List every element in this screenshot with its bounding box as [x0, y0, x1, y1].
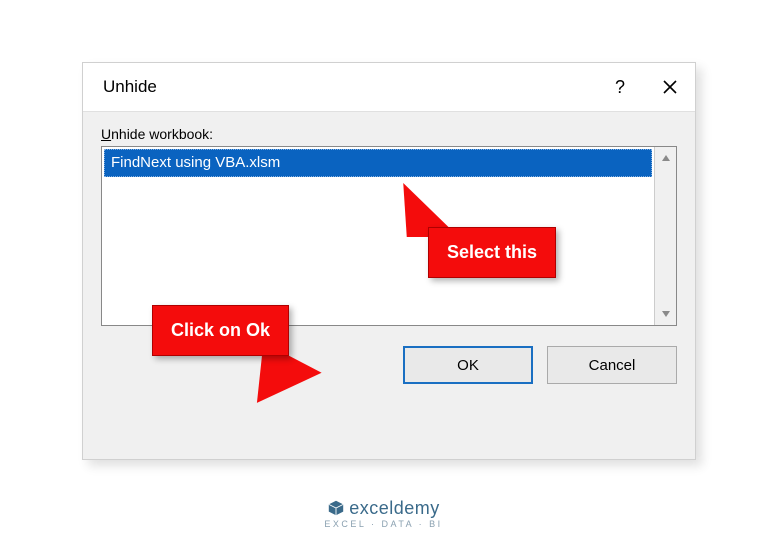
workbook-list: FindNext using VBA.xlsm: [102, 147, 654, 325]
list-item[interactable]: FindNext using VBA.xlsm: [104, 149, 652, 177]
dialog-title: Unhide: [103, 77, 595, 97]
brand-tagline: EXCEL · DATA · BI: [0, 519, 767, 529]
title-bar: Unhide ?: [83, 63, 695, 111]
callout-ok: Click on Ok: [152, 305, 289, 356]
help-button[interactable]: ?: [595, 63, 645, 111]
scrollbar[interactable]: [654, 147, 676, 325]
close-button[interactable]: [645, 63, 695, 111]
workbook-listbox[interactable]: FindNext using VBA.xlsm: [101, 146, 677, 326]
brand-name: exceldemy: [349, 498, 440, 518]
callout-select: Select this: [428, 227, 556, 278]
ok-button[interactable]: OK: [403, 346, 533, 384]
scroll-down-icon[interactable]: [657, 305, 675, 323]
dialog-window: Unhide ? Unhide workbook: FindNext using…: [82, 62, 696, 460]
close-icon: [662, 79, 678, 95]
scroll-up-icon[interactable]: [657, 149, 675, 167]
list-label: Unhide workbook:: [101, 126, 677, 142]
logo-icon: [327, 499, 345, 517]
unhide-dialog: Unhide ? Unhide workbook: FindNext using…: [83, 63, 695, 459]
cancel-button[interactable]: Cancel: [547, 346, 677, 384]
dialog-body: Unhide workbook: FindNext using VBA.xlsm…: [83, 111, 695, 459]
branding: exceldemy EXCEL · DATA · BI: [0, 498, 767, 529]
